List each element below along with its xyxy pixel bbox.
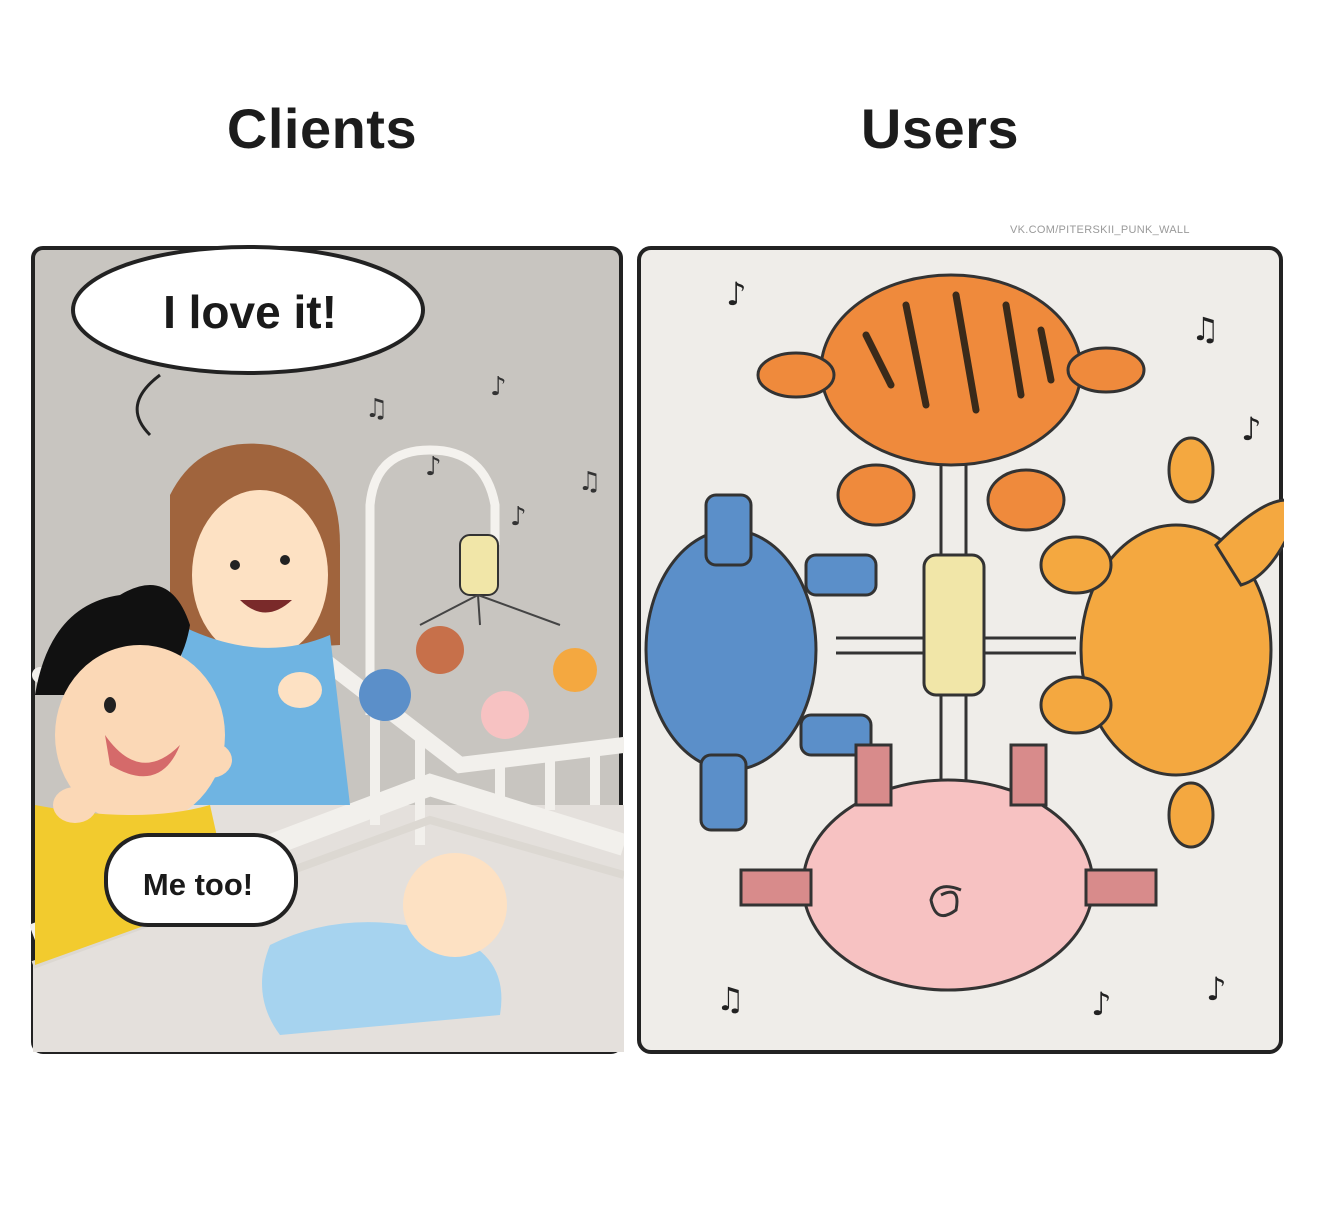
clients-panel: ♫ ♪ ♫ ♪ ♪ I love it! Me too! <box>30 245 624 1055</box>
users-heading: Users <box>860 97 1020 160</box>
svg-text:♫: ♫ <box>1191 310 1220 348</box>
svg-text:♪: ♪ <box>425 452 442 482</box>
watermark: VK.COM/PITERSKII_PUNK_WALL <box>1010 224 1190 236</box>
svg-text:♪: ♪ <box>1241 410 1261 448</box>
speech-bubble-main-text: I love it! <box>163 286 337 338</box>
svg-text:♪: ♪ <box>490 372 507 402</box>
svg-text:♪: ♪ <box>1206 970 1226 1008</box>
clients-heading: Clients <box>226 97 418 160</box>
clients-illustration: ♫ ♪ ♫ ♪ ♪ <box>30 245 624 1054</box>
svg-text:♪: ♪ <box>726 275 746 313</box>
svg-text:♫: ♫ <box>716 980 745 1018</box>
pig-toy <box>801 778 1095 992</box>
svg-text:♫: ♫ <box>578 467 601 497</box>
svg-text:♪: ♪ <box>1091 985 1111 1023</box>
users-illustration: ♪ ♫ ♪ ♫ ♪ ♪ <box>637 246 1284 1054</box>
speech-bubble-reply-text: Me too! <box>142 867 254 902</box>
svg-text:♪: ♪ <box>510 502 527 532</box>
svg-text:♫: ♫ <box>365 394 388 424</box>
tiger-toy <box>819 273 1083 467</box>
users-panel: ♪ ♫ ♪ ♫ ♪ ♪ <box>636 245 1284 1055</box>
